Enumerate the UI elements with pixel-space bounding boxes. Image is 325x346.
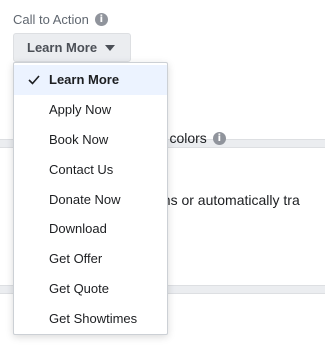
checkmark-icon <box>28 75 40 85</box>
info-icon[interactable]: i <box>94 13 108 26</box>
cta-selected-value: Learn More <box>27 40 98 55</box>
menu-item-label: Apply Now <box>49 102 112 118</box>
cta-label: Call to Action <box>13 12 89 27</box>
menu-item-book-now[interactable]: Book Now <box>14 125 167 155</box>
menu-item-download[interactable]: Download <box>14 214 167 244</box>
info-icon[interactable]: i <box>212 131 226 145</box>
menu-item-label: Get Showtimes <box>49 310 138 326</box>
cta-label-row: Call to Action i <box>13 12 108 27</box>
menu-item-label: Contact Us <box>49 161 114 177</box>
menu-item-label: Donate Now <box>49 191 121 207</box>
menu-item-label: Learn More <box>49 72 120 88</box>
menu-item-apply-now[interactable]: Apply Now <box>14 95 167 125</box>
menu-item-get-showtimes[interactable]: Get Showtimes <box>14 303 167 333</box>
menu-item-donate-now[interactable]: Donate Now <box>14 184 167 214</box>
menu-item-label: Get Quote <box>49 280 109 296</box>
background-text-options: ons or automatically tra <box>155 192 300 208</box>
menu-item-contact-us[interactable]: Contact Us <box>14 154 167 184</box>
cta-dropdown-menu: Learn More Apply Now Book Now Contact Us… <box>13 62 168 335</box>
menu-item-label: Get Offer <box>49 251 103 267</box>
caret-down-icon <box>105 44 116 51</box>
menu-item-label: Download <box>49 221 107 237</box>
cta-dropdown-button[interactable]: Learn More <box>13 33 131 62</box>
menu-item-get-quote[interactable]: Get Quote <box>14 274 167 304</box>
menu-item-learn-more[interactable]: Learn More <box>14 65 167 95</box>
menu-item-get-offer[interactable]: Get Offer <box>14 244 167 274</box>
menu-item-label: Book Now <box>49 131 109 147</box>
